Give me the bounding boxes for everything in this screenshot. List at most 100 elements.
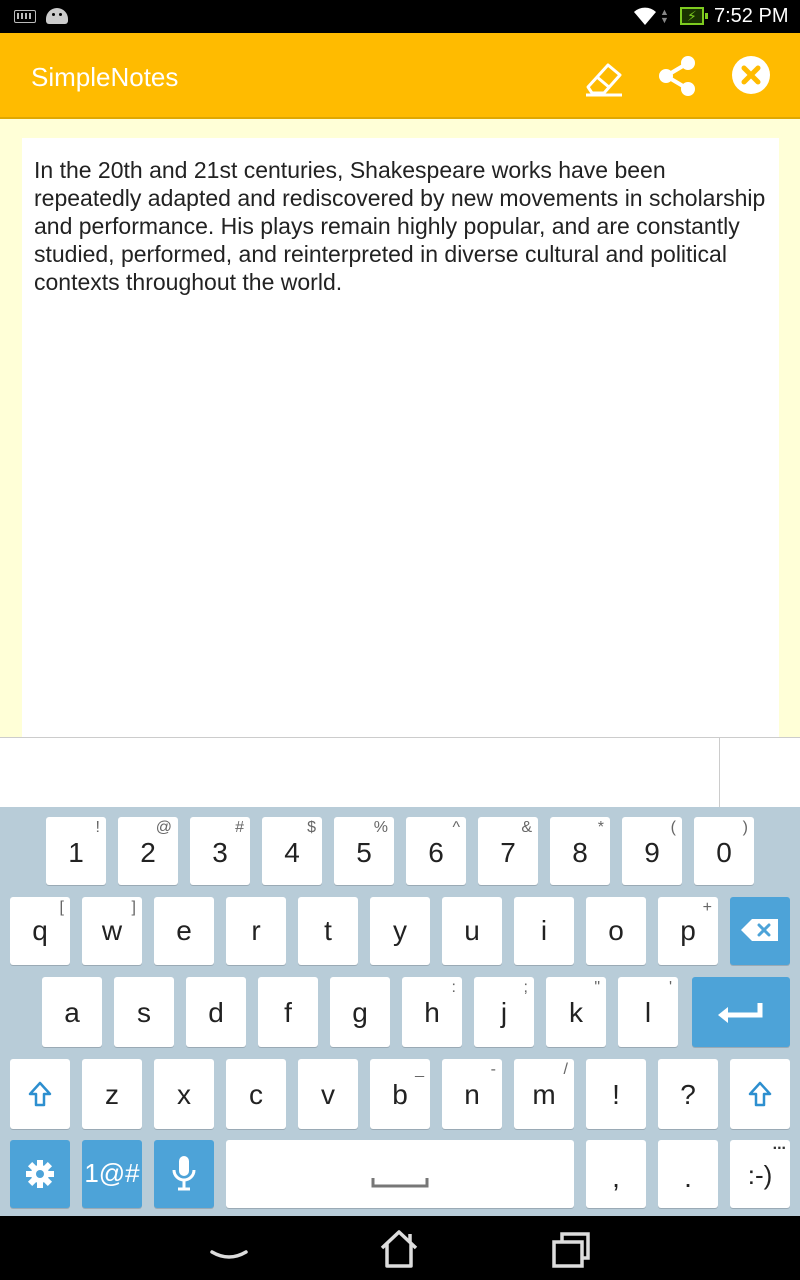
key-label: 2: [140, 837, 156, 868]
key-hint: ^: [452, 819, 460, 836]
settings-key[interactable]: [10, 1140, 70, 1208]
key-row2-6[interactable]: u: [442, 897, 502, 965]
key-row4-8[interactable]: ?: [658, 1059, 718, 1129]
key-row4-5[interactable]: -n: [442, 1059, 502, 1129]
key-row3-2[interactable]: d: [186, 977, 246, 1047]
key-row1-6[interactable]: & 7: [478, 817, 538, 885]
shift-icon: [748, 1081, 772, 1107]
key-label: x: [177, 1079, 191, 1110]
key-row3-8[interactable]: ' l: [618, 977, 678, 1047]
navigation-bar: [0, 1216, 800, 1280]
key-row2-1[interactable]: ] w: [82, 897, 142, 965]
clock: 7:52 PM: [714, 5, 789, 27]
wifi-icon: [634, 7, 656, 25]
suggestion-strip[interactable]: [0, 737, 800, 808]
eraser-icon[interactable]: [578, 51, 628, 101]
key-row2-8[interactable]: o: [586, 897, 646, 965]
voice-input-key[interactable]: [154, 1140, 214, 1208]
key-row3-5[interactable]: :h: [402, 977, 462, 1047]
key-label: i: [540, 915, 548, 946]
shift-key-right[interactable]: [730, 1059, 790, 1129]
key-row4-4[interactable]: _ b: [370, 1059, 430, 1129]
note-text[interactable]: In the 20th and 21st centuries, Shakespe…: [34, 156, 769, 296]
key-label: u: [464, 915, 480, 946]
key-row1-9[interactable]: ) 0: [694, 817, 754, 885]
key-row2-2[interactable]: e: [154, 897, 214, 965]
key-row3-7[interactable]: " k: [546, 977, 606, 1047]
key-row3-0[interactable]: a: [42, 977, 102, 1047]
key-row4-7[interactable]: !: [586, 1059, 646, 1129]
key-hint: ;: [523, 979, 528, 996]
backspace-key[interactable]: [730, 897, 790, 965]
key-row4-1[interactable]: x: [154, 1059, 214, 1129]
key-hint: (: [670, 819, 676, 836]
key-label: 9: [644, 837, 660, 868]
recents-icon[interactable]: [546, 1226, 596, 1270]
key-row2-0[interactable]: [q: [10, 897, 70, 965]
key-hint: &: [521, 819, 532, 836]
key-row3-6[interactable]: ; j: [474, 977, 534, 1047]
close-icon[interactable]: [726, 51, 776, 101]
app-title: SimpleNotes: [31, 62, 179, 92]
key-row1-8[interactable]: (9: [622, 817, 682, 885]
key-row2-5[interactable]: y: [370, 897, 430, 965]
key-row1-2[interactable]: #3: [190, 817, 250, 885]
key-row2-4[interactable]: t: [298, 897, 358, 965]
battery-charging-icon: ⚡: [680, 7, 708, 25]
space-key[interactable]: [226, 1140, 574, 1208]
key-row4-0[interactable]: z: [82, 1059, 142, 1129]
shift-key-left[interactable]: [10, 1059, 70, 1129]
key-label: 8: [572, 837, 588, 868]
key-label: 7: [500, 837, 516, 868]
key-row4-2[interactable]: c: [226, 1059, 286, 1129]
keyboard: ! 1 @2 #3 $4% 5 ^ 6 & 7 * 8(9) 0 [q] w e r t y u i o + p asdfg…: [0, 807, 800, 1216]
key-row3-3[interactable]: f: [258, 977, 318, 1047]
key-row4-6[interactable]: / m: [514, 1059, 574, 1129]
key-label: m: [532, 1079, 556, 1110]
period-key[interactable]: .: [658, 1140, 718, 1208]
back-icon[interactable]: [204, 1226, 254, 1270]
key-label: c: [249, 1079, 263, 1110]
key-label: !: [612, 1079, 620, 1110]
enter-key[interactable]: [692, 977, 790, 1047]
key-row1-7[interactable]: * 8: [550, 817, 610, 885]
emoticon-key[interactable]: ... :-): [730, 1136, 790, 1208]
key-hint: ': [668, 979, 672, 996]
key-label: a: [64, 997, 80, 1028]
key-row1-5[interactable]: ^ 6: [406, 817, 466, 885]
data-arrows-icon: ▲ ▼: [660, 7, 669, 25]
key-label: k: [569, 997, 583, 1028]
symbols-key[interactable]: 1@#: [82, 1140, 142, 1208]
emoticon-key-label: :-): [747, 1160, 773, 1190]
key-row1-0[interactable]: ! 1: [46, 817, 106, 885]
keyboard-icon: [14, 10, 36, 23]
status-bar: ▲ ▼ ⚡ 7:52 PM: [0, 0, 800, 33]
key-row1-4[interactable]: % 5: [334, 817, 394, 885]
space-bar-icon: [371, 1178, 429, 1188]
key-row3-1[interactable]: s: [114, 977, 174, 1047]
key-label: 1: [68, 837, 84, 868]
share-icon[interactable]: [652, 51, 702, 101]
key-row2-9[interactable]: + p: [658, 897, 718, 965]
key-row2-7[interactable]: i: [514, 897, 574, 965]
key-hint: %: [373, 819, 388, 836]
key-hint: _: [415, 1061, 424, 1078]
key-hint: #: [235, 819, 244, 836]
android-debug-icon: [46, 8, 68, 24]
home-icon[interactable]: [374, 1226, 424, 1270]
key-row1-1[interactable]: @2: [118, 817, 178, 885]
key-label: z: [105, 1079, 119, 1110]
key-row1-3[interactable]: $4: [262, 817, 322, 885]
key-label: d: [208, 997, 224, 1028]
key-label: 0: [716, 837, 732, 868]
key-label: w: [101, 915, 123, 946]
key-row2-3[interactable]: r: [226, 897, 286, 965]
microphone-icon: [172, 1156, 196, 1191]
key-row3-4[interactable]: g: [330, 977, 390, 1047]
key-row4-3[interactable]: v: [298, 1059, 358, 1129]
key-hint: -: [490, 1061, 496, 1078]
key-hint: ): [742, 819, 748, 836]
key-hint: @: [155, 819, 172, 836]
key-label: g: [352, 997, 368, 1028]
comma-key[interactable]: ,: [586, 1140, 646, 1208]
